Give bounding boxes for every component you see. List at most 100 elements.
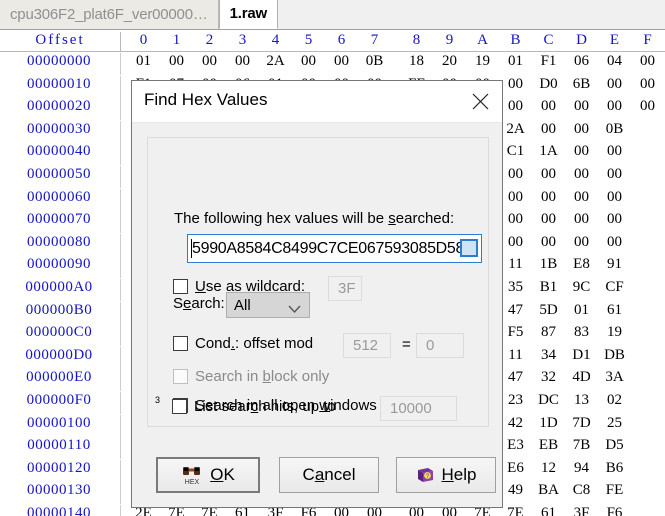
- cond-offset-mod-row[interactable]: Cond.: offset mod: [173, 335, 313, 352]
- hex-byte[interactable]: C8: [565, 482, 598, 499]
- hex-byte[interactable]: 00: [532, 121, 565, 138]
- hex-byte[interactable]: 00: [160, 53, 193, 70]
- hex-byte[interactable]: 1B: [532, 256, 565, 273]
- use-as-wildcard-checkbox[interactable]: [173, 279, 188, 294]
- hex-byte[interactable]: 12: [532, 460, 565, 477]
- hex-byte[interactable]: 00: [565, 189, 598, 206]
- hex-byte[interactable]: 04: [598, 53, 631, 70]
- cond-equals-value-field[interactable]: 0: [416, 333, 464, 358]
- hex-byte[interactable]: 00: [598, 143, 631, 160]
- hex-byte[interactable]: 00: [532, 189, 565, 206]
- hex-byte[interactable]: 01: [127, 53, 160, 70]
- hex-byte[interactable]: 1A: [532, 143, 565, 160]
- hex-byte[interactable]: E8: [565, 256, 598, 273]
- hex-byte[interactable]: 00: [565, 234, 598, 251]
- hex-byte[interactable]: 01: [499, 53, 532, 70]
- hex-byte[interactable]: 20: [433, 53, 466, 70]
- hex-byte[interactable]: F6: [598, 505, 631, 516]
- tab-1-raw[interactable]: 1.raw: [219, 0, 278, 29]
- hex-byte[interactable]: 19: [466, 53, 499, 70]
- ok-button[interactable]: HEX OK: [156, 457, 260, 493]
- hex-byte[interactable]: C1: [499, 143, 532, 160]
- hex-byte[interactable]: 7B: [565, 437, 598, 454]
- hex-byte[interactable]: E6: [499, 460, 532, 477]
- hex-byte[interactable]: 00: [532, 98, 565, 115]
- wildcard-value-field[interactable]: 3F: [328, 276, 362, 301]
- hex-byte[interactable]: 3F: [565, 505, 598, 516]
- hex-byte[interactable]: 00: [631, 76, 664, 93]
- hex-byte[interactable]: 00: [532, 166, 565, 183]
- close-icon[interactable]: [458, 81, 502, 122]
- hex-byte[interactable]: 11: [499, 347, 532, 364]
- hex-byte[interactable]: 5D: [532, 302, 565, 319]
- hex-byte[interactable]: 18: [400, 53, 433, 70]
- hex-byte[interactable]: 00: [532, 211, 565, 228]
- hex-byte[interactable]: 00: [598, 76, 631, 93]
- hex-byte[interactable]: 00: [598, 189, 631, 206]
- hex-byte[interactable]: 06: [565, 53, 598, 70]
- hex-byte[interactable]: DC: [532, 392, 565, 409]
- hex-byte[interactable]: 00: [325, 53, 358, 70]
- hex-byte[interactable]: 61: [598, 302, 631, 319]
- hex-byte[interactable]: B1: [532, 279, 565, 296]
- hex-byte[interactable]: 00: [598, 166, 631, 183]
- hex-byte[interactable]: 00: [532, 234, 565, 251]
- hex-byte[interactable]: 7E: [499, 505, 532, 516]
- help-button[interactable]: ? Help: [396, 457, 496, 493]
- hex-byte[interactable]: 00: [499, 234, 532, 251]
- cond-offset-mod-checkbox[interactable]: [173, 336, 188, 351]
- hex-byte[interactable]: 47: [499, 369, 532, 386]
- hex-byte[interactable]: 3A: [598, 369, 631, 386]
- list-search-hits-limit-field[interactable]: 10000: [380, 396, 457, 421]
- hex-byte[interactable]: D0: [532, 76, 565, 93]
- list-search-hits-row[interactable]: List search hits, up to: [172, 398, 336, 415]
- hex-row[interactable]: 00000000010000002A00000B18201901F1060400: [0, 52, 665, 75]
- hex-byte[interactable]: 47: [499, 302, 532, 319]
- hex-byte[interactable]: EB: [532, 437, 565, 454]
- hex-byte[interactable]: 00: [565, 166, 598, 183]
- hex-byte[interactable]: 00: [598, 211, 631, 228]
- hex-byte[interactable]: F5: [499, 324, 532, 341]
- tab-cpu-file[interactable]: cpu306F2_plat6F_ver00000…: [0, 0, 219, 29]
- hex-byte[interactable]: 83: [565, 324, 598, 341]
- hex-byte[interactable]: 00: [565, 121, 598, 138]
- hex-byte[interactable]: 00: [565, 98, 598, 115]
- hex-byte[interactable]: 25: [598, 415, 631, 432]
- hex-byte[interactable]: 94: [565, 460, 598, 477]
- hex-byte[interactable]: CF: [598, 279, 631, 296]
- search-scope-dropdown[interactable]: All: [226, 292, 310, 318]
- hex-byte[interactable]: 00: [193, 53, 226, 70]
- hex-byte[interactable]: 2A: [259, 53, 292, 70]
- hex-value-input[interactable]: 5990A8584C8499C7CE067593085D58: [187, 234, 482, 263]
- hex-byte[interactable]: 35: [499, 279, 532, 296]
- hex-byte[interactable]: 00: [565, 211, 598, 228]
- hex-byte[interactable]: FE: [598, 482, 631, 499]
- hex-byte[interactable]: 00: [499, 76, 532, 93]
- hex-byte[interactable]: DB: [598, 347, 631, 364]
- hex-byte[interactable]: 00: [598, 98, 631, 115]
- hex-byte[interactable]: 19: [598, 324, 631, 341]
- hex-byte[interactable]: 00: [499, 166, 532, 183]
- hex-byte[interactable]: 32: [532, 369, 565, 386]
- hex-byte[interactable]: 61: [532, 505, 565, 516]
- list-search-hits-checkbox[interactable]: [172, 399, 187, 414]
- hex-byte[interactable]: 2A: [499, 121, 532, 138]
- hex-byte[interactable]: 00: [631, 53, 664, 70]
- hex-byte[interactable]: 00: [565, 143, 598, 160]
- hex-byte[interactable]: 13: [565, 392, 598, 409]
- hex-byte[interactable]: 91: [598, 256, 631, 273]
- hex-byte[interactable]: 4D: [565, 369, 598, 386]
- hex-byte[interactable]: 49: [499, 482, 532, 499]
- hex-byte[interactable]: E3: [499, 437, 532, 454]
- hex-byte[interactable]: 00: [499, 189, 532, 206]
- hex-byte[interactable]: 0B: [598, 121, 631, 138]
- hex-byte[interactable]: 1D: [532, 415, 565, 432]
- hex-byte[interactable]: BA: [532, 482, 565, 499]
- hex-byte[interactable]: 00: [499, 98, 532, 115]
- hex-byte[interactable]: 00: [631, 98, 664, 115]
- hex-byte[interactable]: 00: [226, 53, 259, 70]
- hex-byte[interactable]: D1: [565, 347, 598, 364]
- hex-byte[interactable]: B6: [598, 460, 631, 477]
- hex-byte[interactable]: 87: [532, 324, 565, 341]
- hex-byte[interactable]: 6B: [565, 76, 598, 93]
